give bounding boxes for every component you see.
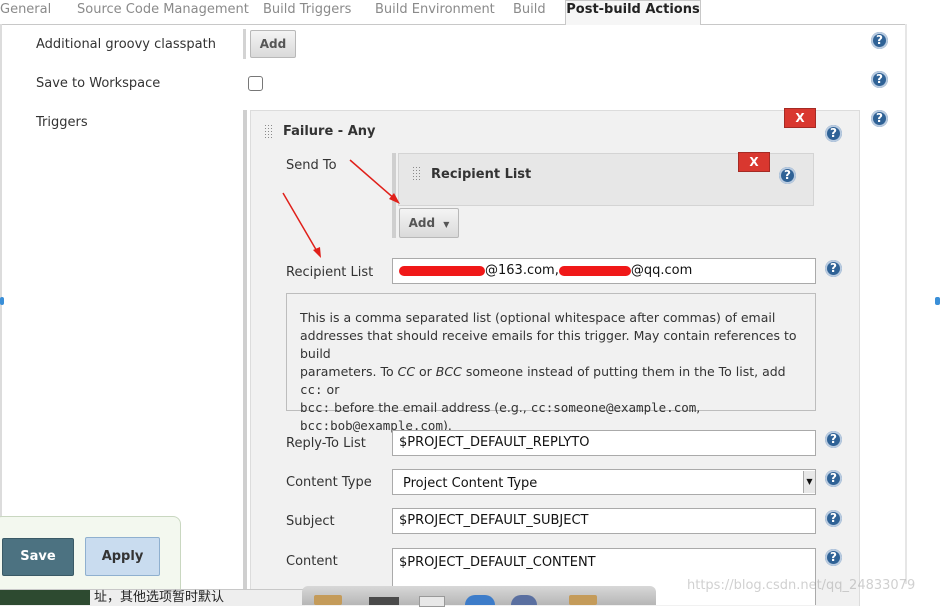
page-right-border: [905, 24, 907, 584]
chevron-down-icon: ▼: [443, 220, 450, 229]
save-button[interactable]: Save: [2, 538, 74, 576]
dropdown-arrow-icon[interactable]: ▼: [803, 471, 815, 493]
recipient-list-help-icon[interactable]: ?: [825, 260, 842, 277]
content-type-select[interactable]: Project Content Type: [392, 469, 816, 495]
network-icon[interactable]: [511, 595, 537, 605]
reply-to-label: Reply-To List: [286, 436, 366, 451]
terminal-icon[interactable]: [369, 597, 399, 605]
ime-dark-area: [0, 590, 90, 605]
ime-text: 址，其他选项暂时默认: [94, 590, 225, 605]
send-to-label: Send To: [286, 158, 337, 173]
recipient-drag-handle-icon[interactable]: [412, 166, 422, 182]
recipient-help-icon[interactable]: ?: [779, 167, 796, 184]
resize-handle-left[interactable]: [0, 297, 4, 305]
add-recipient-button[interactable]: Add ▼: [399, 208, 459, 238]
recipient-list-value-b: @qq.com: [630, 263, 693, 278]
help-line: bcc: before the email address (e.g., cc:…: [300, 400, 701, 415]
tab-post-build-actions[interactable]: Post-build Actions: [565, 0, 701, 25]
help-line: parameters. To CC or BCC someone instead…: [300, 364, 786, 397]
save-to-workspace-label: Save to Workspace: [36, 76, 161, 91]
tab-build[interactable]: Build: [513, 2, 546, 17]
tab-general[interactable]: General: [0, 2, 51, 17]
trigger-delete-button[interactable]: X: [784, 108, 816, 128]
subject-label: Subject: [286, 514, 335, 529]
add-label: Add: [408, 216, 436, 230]
triggers-label: Triggers: [36, 115, 88, 130]
watermark: https://blog.csdn.net/qq_24833079: [687, 578, 916, 593]
document-icon[interactable]: [419, 596, 445, 607]
recipient-list-value-a: @163.com,: [485, 263, 559, 278]
redaction-scribble: [399, 265, 485, 276]
content-type-value: Project Content Type: [403, 476, 538, 491]
recipient-delete-button[interactable]: X: [738, 152, 770, 172]
workspace-help-icon[interactable]: ?: [871, 71, 888, 88]
save-to-workspace-checkbox[interactable]: [248, 76, 263, 91]
groovy-block-bar: [243, 29, 246, 59]
recipient-list-help-text: This is a comma separated list (optional…: [286, 293, 816, 433]
folder-icon[interactable]: [569, 595, 597, 605]
reply-to-help-icon[interactable]: ?: [825, 431, 842, 448]
content-help-icon[interactable]: ?: [825, 549, 842, 566]
drag-handle-icon[interactable]: [264, 124, 274, 140]
send-to-block-bar: [392, 153, 396, 238]
subject-input[interactable]: $PROJECT_DEFAULT_SUBJECT: [392, 508, 816, 534]
groovy-classpath-label: Additional groovy classpath: [36, 37, 216, 52]
reply-to-input[interactable]: $PROJECT_DEFAULT_REPLYTO: [392, 430, 816, 456]
apply-button[interactable]: Apply: [85, 537, 160, 576]
tab-build-triggers[interactable]: Build Triggers: [263, 2, 351, 17]
content-type-help-icon[interactable]: ?: [825, 470, 842, 487]
groovy-add-button[interactable]: Add: [250, 30, 296, 58]
content-type-label: Content Type: [286, 475, 372, 490]
subject-help-icon[interactable]: ?: [825, 510, 842, 527]
folder-icon[interactable]: [314, 595, 342, 605]
content-label: Content: [286, 554, 338, 569]
recipient-list-label: Recipient List: [286, 265, 374, 280]
redaction-scribble: [558, 265, 631, 276]
tab-source-code-management[interactable]: Source Code Management: [77, 2, 249, 17]
resize-handle-right[interactable]: [935, 297, 940, 305]
triggers-block-bar: [243, 110, 247, 605]
help-line: addresses that should receive emails for…: [300, 328, 797, 361]
trigger-title: Failure - Any: [283, 124, 376, 139]
groovy-help-icon[interactable]: ?: [871, 32, 888, 49]
recipient-block-title: Recipient List: [431, 167, 532, 182]
tab-bar: General Source Code Management Build Tri…: [0, 0, 905, 25]
globe-icon[interactable]: [465, 595, 495, 605]
tab-build-environment[interactable]: Build Environment: [375, 2, 495, 17]
help-line: This is a comma separated list (optional…: [300, 310, 776, 325]
triggers-help-icon[interactable]: ?: [871, 110, 888, 127]
trigger-help-icon[interactable]: ?: [825, 125, 842, 142]
recipient-list-input[interactable]: @163.com, @qq.com: [392, 258, 816, 284]
